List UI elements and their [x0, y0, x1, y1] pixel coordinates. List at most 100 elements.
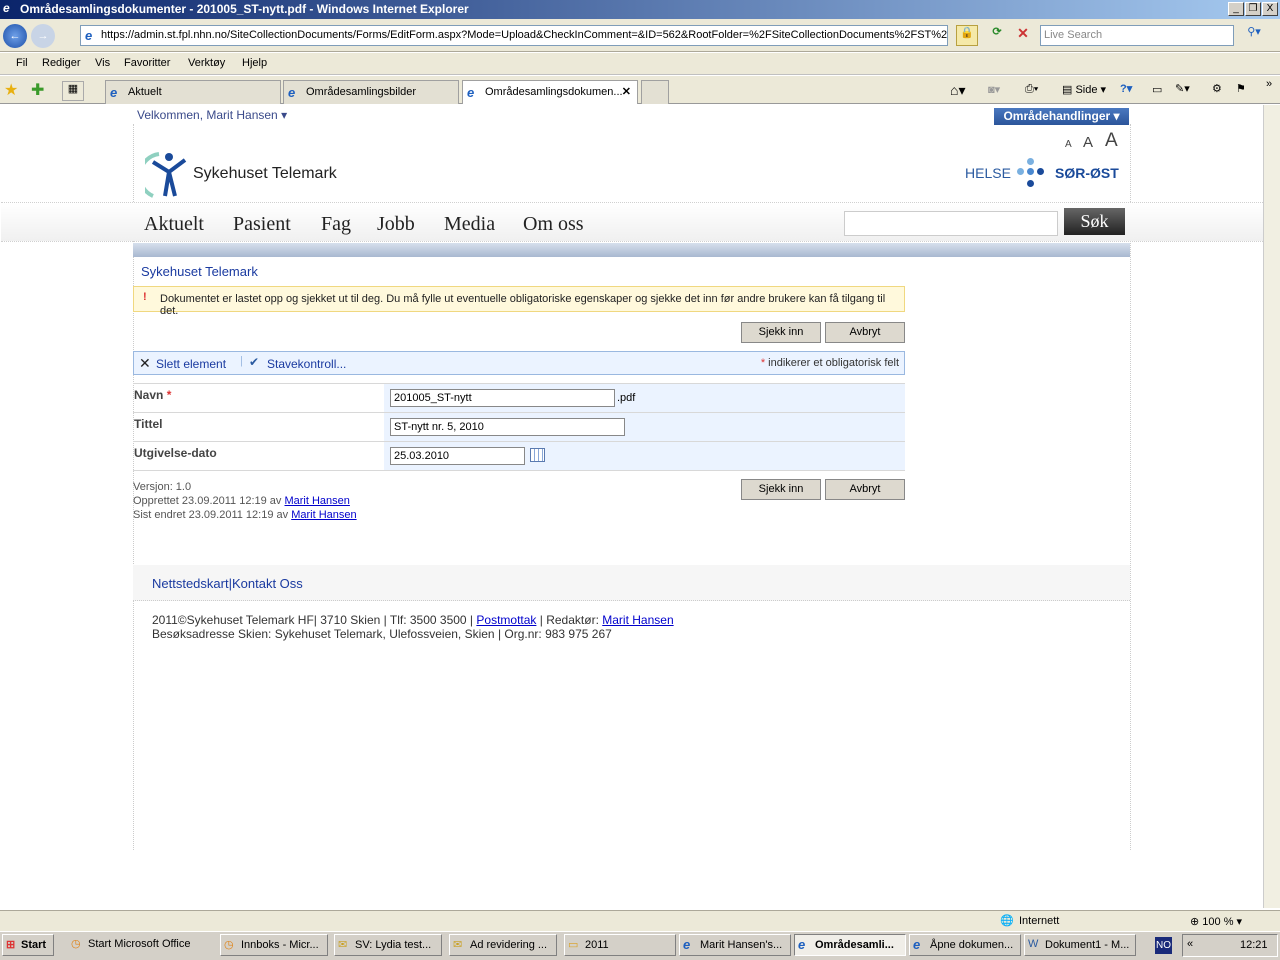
checkin-button-top[interactable]: Sjekk inn [741, 322, 821, 343]
research-tools-icon[interactable]: ⚑ [1236, 82, 1246, 95]
research-icon[interactable]: ▭ [1152, 83, 1162, 96]
delete-item-link[interactable]: Slett element [156, 357, 226, 371]
help-icon[interactable]: ?▾ [1120, 82, 1132, 95]
created-by-link[interactable]: Marit Hansen [284, 495, 349, 507]
postmottak-link[interactable]: Postmottak [476, 613, 536, 627]
date-input[interactable]: 25.03.2010 [390, 447, 525, 465]
spellcheck-link[interactable]: Stavekontroll... [267, 357, 346, 371]
stop-icon[interactable]: ✕ [1012, 25, 1034, 46]
editor-link[interactable]: Marit Hansen [602, 613, 673, 627]
breadcrumb[interactable]: Sykehuset Telemark [141, 264, 258, 279]
checkin-button-bottom[interactable]: Sjekk inn [741, 479, 821, 500]
page-menu[interactable]: ▤ Side ▾ [1062, 83, 1106, 96]
taskbar-item[interactable]: ✉ Ad revidering ... [449, 934, 557, 956]
address-input[interactable]: e https://admin.st.fpl.nhn.no/SiteCollect… [80, 25, 948, 46]
maximize-button[interactable]: ❐ [1245, 2, 1261, 16]
cancel-button-top[interactable]: Avbryt [825, 322, 905, 343]
taskbar-item[interactable]: ▭ 2011 [564, 934, 676, 956]
url-text: https://admin.st.fpl.nhn.no/SiteCollecti… [101, 29, 948, 41]
forward-button[interactable]: → [31, 24, 55, 48]
sykehuset-logo[interactable] [137, 150, 189, 198]
close-button[interactable]: X [1262, 2, 1278, 16]
version-info: Versjon: 1.0 Opprettet 23.09.2011 12:19 … [133, 480, 357, 522]
menu-hjelp[interactable]: Hjelp [242, 57, 267, 69]
warning-icon: ! [143, 291, 147, 303]
nav-pasient[interactable]: Pasient [233, 213, 291, 236]
taskbar-item[interactable]: e Marit Hansen's... [679, 934, 791, 956]
feeds-icon[interactable]: ◙▾ [988, 83, 1000, 96]
spellcheck-icon: ✔ [249, 355, 260, 369]
welcome-text: Velkommen, Marit Hansen [137, 108, 278, 122]
tools-icon[interactable]: ⚙ [1212, 82, 1222, 95]
sitemap-link[interactable]: Nettstedskart [152, 576, 229, 591]
ie-icon: e [3, 1, 10, 15]
refresh-icon[interactable]: ⟳ [986, 25, 1008, 46]
form-toolbar: ✕ Slett element | ✔ Stavekontroll... * i… [133, 351, 905, 375]
nav-media[interactable]: Media [444, 213, 495, 236]
taskbar-item[interactable]: ◷ Innboks - Micr... [220, 934, 328, 956]
more-icon[interactable]: » [1266, 78, 1272, 90]
menu-fil[interactable]: Fil [16, 57, 28, 69]
welcome-menu[interactable]: Velkommen, Marit Hansen ▾ [137, 108, 287, 122]
tab-label: Aktuelt [128, 86, 162, 98]
search-icon[interactable]: ⚲▾ [1238, 25, 1270, 46]
taskbar-item-active[interactable]: e Områdesamli... [794, 934, 906, 956]
nav-jobb[interactable]: Jobb [377, 213, 415, 236]
menu-rediger[interactable]: Rediger [42, 57, 81, 69]
print-icon[interactable]: ⎙▾ [1025, 83, 1038, 96]
nav-aktuelt[interactable]: Aktuelt [144, 213, 204, 236]
notice-message: ! Dokumentet er lastet opp og sjekket ut … [133, 286, 905, 317]
vertical-scrollbar[interactable] [1263, 105, 1280, 908]
site-search-input[interactable] [844, 211, 1058, 236]
taskbar-item[interactable]: W Dokument1 - M... [1024, 934, 1136, 956]
new-tab-button[interactable] [641, 80, 669, 104]
close-tab-icon[interactable]: ✕ [622, 85, 631, 98]
title-label: Tittel [134, 417, 163, 431]
add-favorite-icon[interactable]: ✚ [31, 80, 44, 100]
name-extension: .pdf [617, 392, 636, 404]
quick-tabs-icon[interactable]: ▦ [62, 81, 84, 101]
language-indicator[interactable]: NO [1155, 937, 1172, 954]
tab-aktuelt[interactable]: e Aktuelt [105, 80, 281, 104]
site-actions-label: Områdehandlinger [1003, 109, 1111, 123]
nav-fag[interactable]: Fag [321, 213, 351, 236]
tab-omradesamlingsbilder[interactable]: e Områdesamlingsbilder [283, 80, 459, 104]
field-row-name: Navn * 201005_ST-nytt .pdf [133, 383, 905, 412]
zoom-control[interactable]: ⊕ 100 % ▾ [1190, 915, 1242, 928]
taskbar-item[interactable]: ✉ SV: Lydia test... [334, 934, 442, 956]
version-text: Versjon: 1.0 [133, 481, 192, 493]
favorites-star-icon[interactable]: ★ [4, 80, 18, 100]
back-button[interactable]: ← [3, 24, 27, 48]
start-button[interactable]: ⊞ Start [2, 934, 54, 956]
required-note: * indikerer et obligatorisk felt [760, 357, 899, 369]
lock-icon[interactable]: 🔒 [956, 25, 978, 46]
home-icon[interactable]: ⌂▾ [950, 82, 965, 99]
modified-by-link[interactable]: Marit Hansen [291, 509, 356, 521]
taskbar-item[interactable]: e Åpne dokumen... [909, 934, 1021, 956]
live-search-input[interactable]: Live Search [1040, 25, 1234, 46]
divider [1, 241, 1263, 242]
clock: 12:21 [1240, 939, 1268, 951]
site-actions-menu[interactable]: Områdehandlinger ▾ [994, 108, 1129, 125]
title-input[interactable]: ST-nytt nr. 5, 2010 [390, 418, 625, 436]
menu-vis[interactable]: Vis [95, 57, 110, 69]
tray-expand-icon[interactable]: « [1187, 938, 1193, 950]
nav-om-oss[interactable]: Om oss [523, 213, 584, 236]
font-size-small[interactable]: A [1065, 139, 1072, 150]
name-label: Navn * [134, 388, 172, 402]
search-button[interactable]: Søk [1064, 208, 1125, 235]
tab-omradesamlingsdokumenter[interactable]: e Områdesamlingsdokumen... ✕ [462, 80, 638, 104]
pen-icon[interactable]: ✎▾ [1175, 82, 1190, 95]
minimize-button[interactable]: _ [1228, 2, 1244, 16]
taskbar-item[interactable]: ◷ Start Microsoft Office [68, 934, 208, 956]
menu-verktoy[interactable]: Verktøy [188, 57, 225, 69]
footer-info: 2011©Sykehuset Telemark HF| 3710 Skien |… [152, 613, 674, 641]
font-size-medium[interactable]: A [1083, 134, 1093, 151]
name-input[interactable]: 201005_ST-nytt [390, 389, 615, 407]
window-title: Områdesamlingsdokumenter - 201005_ST-nyt… [20, 2, 469, 16]
cancel-button-bottom[interactable]: Avbryt [825, 479, 905, 500]
contact-link[interactable]: Kontakt Oss [232, 576, 303, 591]
calendar-icon[interactable] [530, 448, 545, 462]
font-size-large[interactable]: A [1105, 130, 1118, 152]
menu-favoritter[interactable]: Favoritter [124, 57, 170, 69]
